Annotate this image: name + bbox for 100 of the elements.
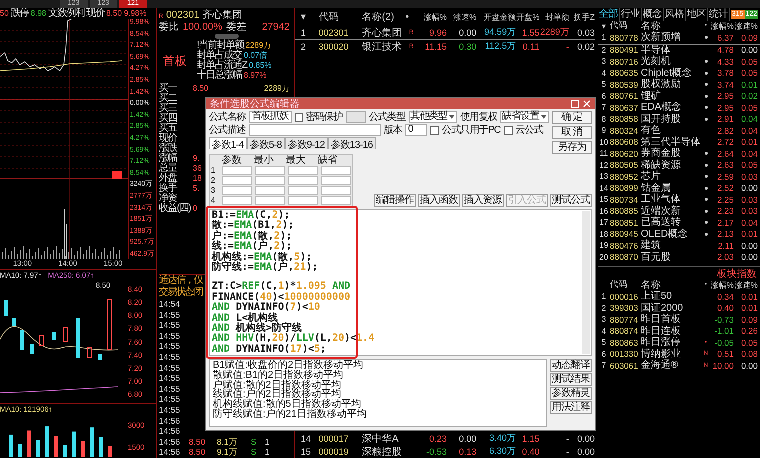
sector-row[interactable]: 7 880637 EDA概念 2.95 0.05 [598,102,760,114]
column-header[interactable]: 涨速% [447,12,477,22]
dialog-button[interactable]: 另存为 [552,141,592,154]
index-row[interactable]: 4 880874 昨日连板 -1.01 0.26 [598,326,760,337]
sector-row[interactable]: 14 880899 钴金属 2.52 0.00 [598,182,760,194]
column-header[interactable]: 开盘% [516,12,540,22]
sector-row[interactable]: 11 880620 券商金股 2.64 0.04 [598,148,760,160]
help-button[interactable]: 动态翻译 [550,359,592,372]
formula-type-dropdown[interactable]: 其他类型 [408,111,458,123]
row-number: 9 [600,126,608,136]
sector-row[interactable]: 18 880945 OLED概念 2.13 0.01 [598,228,760,240]
parameter-field[interactable] [288,166,318,174]
sector-row[interactable]: 6 880761 锂矿 2.95 0.02 [598,90,760,102]
parameter-field[interactable] [254,196,285,204]
column-header[interactable]: 代码 [610,279,641,291]
code-editor[interactable] [209,209,592,356]
sector-row[interactable]: 16 880885 近端次新 2.23 0.03 [598,206,760,217]
checkbox[interactable] [430,126,440,134]
parameter-field[interactable] [254,186,285,194]
column-header[interactable]: 涨幅% [710,280,734,290]
column-header[interactable]: 代码 [610,20,641,32]
parameter-field[interactable] [254,166,285,174]
parameter-tab[interactable]: 参数13-16 [328,137,376,149]
checkbox[interactable] [294,112,303,122]
parameter-field[interactable] [320,196,351,204]
column-header[interactable]: 名称 [641,280,702,290]
sector-row[interactable]: 13 880952 芯片 2.59 0.03 [598,171,760,182]
panel-tab[interactable]: 板块指数 [714,267,760,279]
help-button[interactable]: 参数精灵 [550,387,592,400]
parameter-field[interactable] [254,176,285,184]
sector-row[interactable]: 8 880858 国开持股 2.91 0.04 [598,114,760,125]
column-header[interactable]: 名称(2) [362,10,406,24]
dialog-button[interactable]: 取 消 [552,126,592,139]
index-row[interactable]: 3 880774 昨日首板 -0.73 0.09 [598,314,760,326]
formula-name-field[interactable]: 首板抓妖 [248,111,292,123]
sector-row[interactable]: 4 880635 Chiplet概念 3.78 0.05 [598,68,760,79]
column-header[interactable]: 名称 [641,20,702,32]
column-header[interactable]: ▾ [295,11,319,23]
checkbox[interactable] [504,126,513,134]
category-tab[interactable]: 地区 [686,8,708,21]
column-header[interactable]: 代码 [318,10,362,24]
stock-row[interactable]: 15 000019 深粮控股 -0.53 0.13 6.30万 0.40 - 0.00 [295,445,595,458]
column-header[interactable]: 开盘金额 [476,12,516,22]
parameter-tab[interactable]: 参数1-4 [209,137,247,149]
parameter-field[interactable] [222,186,252,194]
version-field[interactable]: 0 [405,124,428,136]
toolbar-button[interactable]: 插入资源 [462,194,504,207]
maximize-icon[interactable] [571,100,579,108]
category-tab[interactable]: 统计 [708,8,730,21]
parameter-tab[interactable]: 参数5-8 [246,137,285,149]
sector-row[interactable]: 3 880716 光刻机 4.33 0.05 [598,56,760,68]
column-header[interactable]: 涨幅% [710,20,734,32]
sector-row[interactable]: 15 880734 工业气体 2.25 0.03 [598,194,760,206]
sector-row[interactable]: 2 880491 半导体 4.78 0.00 [598,44,760,56]
toolbar-button[interactable]: 测试公式 [550,194,592,207]
sector-row[interactable]: 12 880505 稀缺资源 2.63 0.05 [598,160,760,171]
parameter-field[interactable] [288,176,318,184]
parameter-field[interactable] [320,176,351,184]
toolbar-button[interactable]: 编辑操作 [374,194,416,207]
collapse-handle[interactable] [214,34,238,39]
tick-time: 14:55 [159,373,182,384]
sector-row[interactable]: 9 880324 有色 2.82 0.04 [598,125,760,136]
parameter-field[interactable] [320,186,351,194]
index-row[interactable]: 2 399303 国证2000 0.40 0.01 [598,302,760,314]
column-header[interactable]: 涨速% [734,20,758,32]
close-icon[interactable] [583,100,591,108]
index-row[interactable]: 1 000016 上证50 0.34 0.01 [598,291,760,302]
sector-row[interactable]: 1 880778 次新预增 6.37 0.09 [598,32,760,44]
column-header[interactable]: • [406,12,418,22]
formula-description-field[interactable] [248,124,381,136]
category-tab[interactable]: 概念 [642,8,664,21]
password-field[interactable] [346,111,366,123]
stock-row[interactable]: 14 000017 深中华A 0.23 0.00 3.40万 1.15 - 0.00 [295,432,595,445]
column-header[interactable]: 涨速% [734,280,758,290]
parameter-field[interactable] [320,166,351,174]
parameter-field[interactable] [222,166,252,174]
column-header[interactable]: 封单额 [540,12,570,22]
parameter-field[interactable] [288,186,318,194]
code-line: 散:=EMA(B1,2); [212,221,296,232]
scrollbar[interactable] [582,211,590,354]
sector-row[interactable]: 20 880870 百元股 2.03 0.00 [598,252,760,263]
column-header[interactable]: 换手Z [569,12,595,22]
category-tab[interactable]: 全部 [598,8,620,21]
help-button[interactable]: 用法注释 [550,401,592,414]
column-header[interactable]: 涨幅% [417,12,448,22]
column-header[interactable]: ▾ [598,22,610,30]
help-button[interactable]: 测试结果 [550,373,592,386]
parameter-tab[interactable]: 参数9-12 [284,137,328,149]
sector-row[interactable]: 19 880476 建筑 2.11 0.00 [598,240,760,252]
sector-row[interactable]: 10 880608 第三代半导体 2.72 0.01 [598,136,760,148]
parameter-field[interactable] [222,196,252,204]
parameter-field[interactable] [222,176,252,184]
toolbar-button[interactable]: 插入函数 [418,194,460,207]
sector-row[interactable]: 5 880539 股权激励 3.74 0.01 [598,79,760,90]
category-tab[interactable]: 行业 [620,8,642,21]
parameter-field[interactable] [288,196,318,204]
adjust-dropdown[interactable]: 缺省设置 [500,111,549,123]
sector-row[interactable]: 17 880851 已高送转 2.17 0.04 [598,217,760,228]
category-tab[interactable]: 风格 [664,8,686,21]
dialog-button[interactable]: 确 定 [552,111,592,124]
